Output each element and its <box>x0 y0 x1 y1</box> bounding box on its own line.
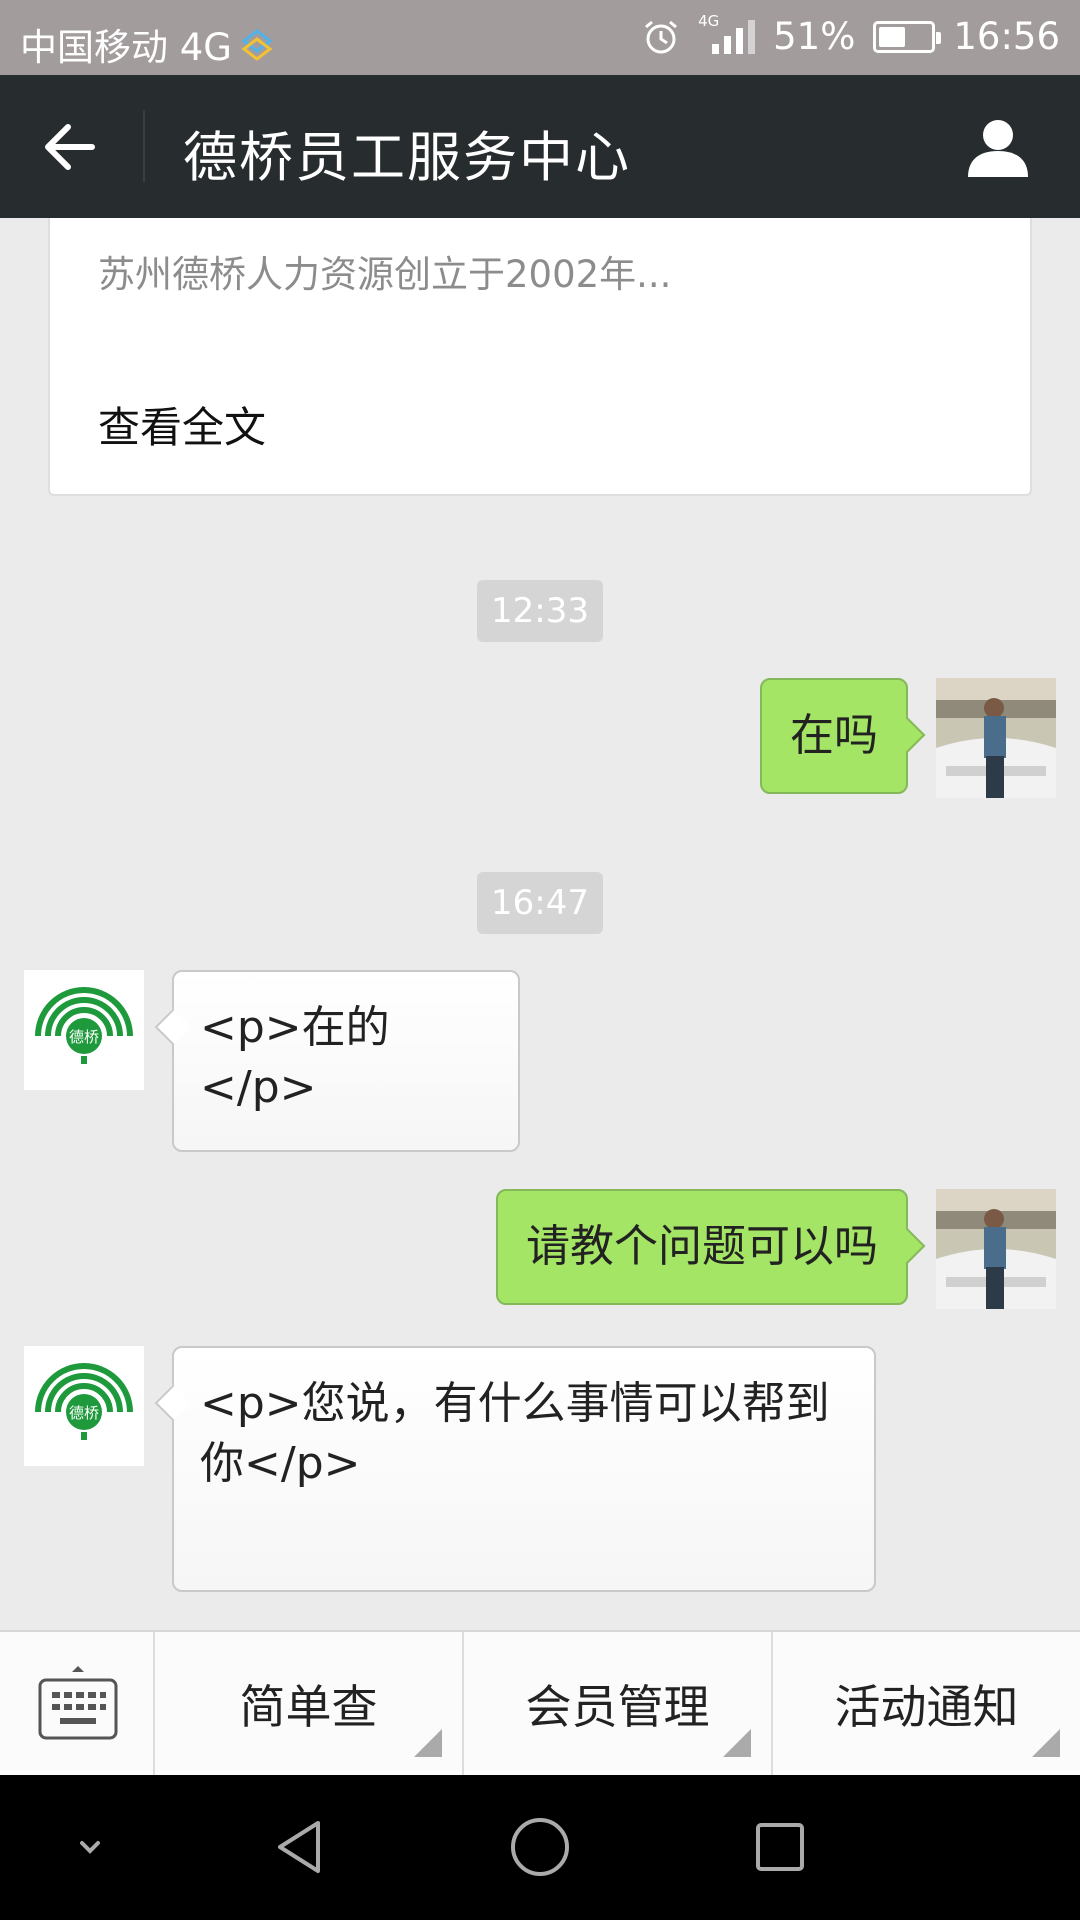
user-avatar-image <box>936 678 1056 798</box>
timestamp: 16:47 <box>477 872 603 934</box>
user-avatar[interactable] <box>936 1189 1056 1309</box>
signal-icon: 4G <box>698 12 756 54</box>
profile-icon[interactable] <box>966 115 1030 179</box>
submenu-indicator <box>723 1729 751 1757</box>
logo-text: 德桥 <box>69 1028 99 1046</box>
menu-event-notice[interactable]: 活动通知 <box>773 1632 1080 1775</box>
incoming-message[interactable]: <p>您说，有什么事情可以帮到你</p> <box>172 1346 876 1592</box>
status-right: 4G 51% 16:56 <box>642 12 1060 58</box>
read-full-text-link[interactable]: 查看全文 <box>98 394 266 455</box>
article-card[interactable]: 苏州德桥人力资源创立于2002年... 查看全文 <box>48 218 1032 496</box>
keyboard-icon <box>38 1666 118 1740</box>
message-text: 请教个问题可以吗 <box>526 1221 878 1272</box>
message-text: <p>您说，有什么事情可以帮到你</p> <box>200 1378 830 1489</box>
menu-simple-query[interactable]: 简单查 <box>155 1632 464 1775</box>
alarm-icon <box>645 20 678 53</box>
menu-label: 活动通知 <box>834 1679 1019 1734</box>
deqiao-logo-icon: 德桥 <box>24 970 144 1090</box>
bottom-menu: 简单查 会员管理 活动通知 <box>0 1630 1080 1775</box>
menu-label: 会员管理 <box>525 1679 710 1734</box>
battery-icon <box>873 20 942 53</box>
deqiao-logo-icon: 德桥 <box>24 1346 144 1466</box>
submenu-indicator <box>414 1729 442 1757</box>
bot-avatar[interactable]: 德桥 <box>24 970 144 1090</box>
collapse-icon[interactable] <box>58 1815 122 1879</box>
battery-percent: 51% <box>773 15 856 58</box>
carrier-info: 中国移动 4G <box>20 17 274 71</box>
submenu-indicator <box>1032 1729 1060 1757</box>
back-arrow-icon[interactable] <box>40 119 100 175</box>
system-nav-bar <box>0 1775 1080 1920</box>
header-divider <box>143 110 145 182</box>
clock: 16:56 <box>953 15 1060 58</box>
chat-area[interactable]: 苏州德桥人力资源创立于2002年... 查看全文 12:33 在吗 16:47 … <box>0 218 1080 1630</box>
carrier-label: 中国移动 4G <box>20 26 232 69</box>
message-text: <p>在的</p> <box>200 1002 390 1113</box>
user-avatar[interactable] <box>936 678 1056 798</box>
article-summary: 苏州德桥人力资源创立于2002年... <box>98 253 672 296</box>
menu-member-management[interactable]: 会员管理 <box>464 1632 773 1775</box>
home-circle-icon[interactable] <box>508 1815 572 1879</box>
header-bar: 德桥员工服务中心 <box>0 75 1080 218</box>
logo-text: 德桥 <box>69 1404 99 1422</box>
keyboard-toggle-button[interactable] <box>0 1632 155 1775</box>
outgoing-message[interactable]: 在吗 <box>760 678 908 794</box>
bot-avatar[interactable]: 德桥 <box>24 1346 144 1466</box>
timestamp: 12:33 <box>477 580 603 642</box>
network-icon <box>241 29 273 61</box>
network-badge: 4G <box>698 11 720 30</box>
battery-fill <box>879 26 906 47</box>
status-bar: 中国移动 4G 4G 51% 16:56 <box>0 0 1080 75</box>
message-text: 在吗 <box>790 710 878 761</box>
recents-square-icon[interactable] <box>748 1815 812 1879</box>
menu-label: 简单查 <box>239 1679 378 1734</box>
incoming-message[interactable]: <p>在的</p> <box>172 970 520 1152</box>
user-avatar-image <box>936 1189 1056 1309</box>
back-triangle-icon[interactable] <box>268 1815 332 1879</box>
outgoing-message[interactable]: 请教个问题可以吗 <box>496 1189 908 1305</box>
page-title: 德桥员工服务中心 <box>183 126 631 189</box>
